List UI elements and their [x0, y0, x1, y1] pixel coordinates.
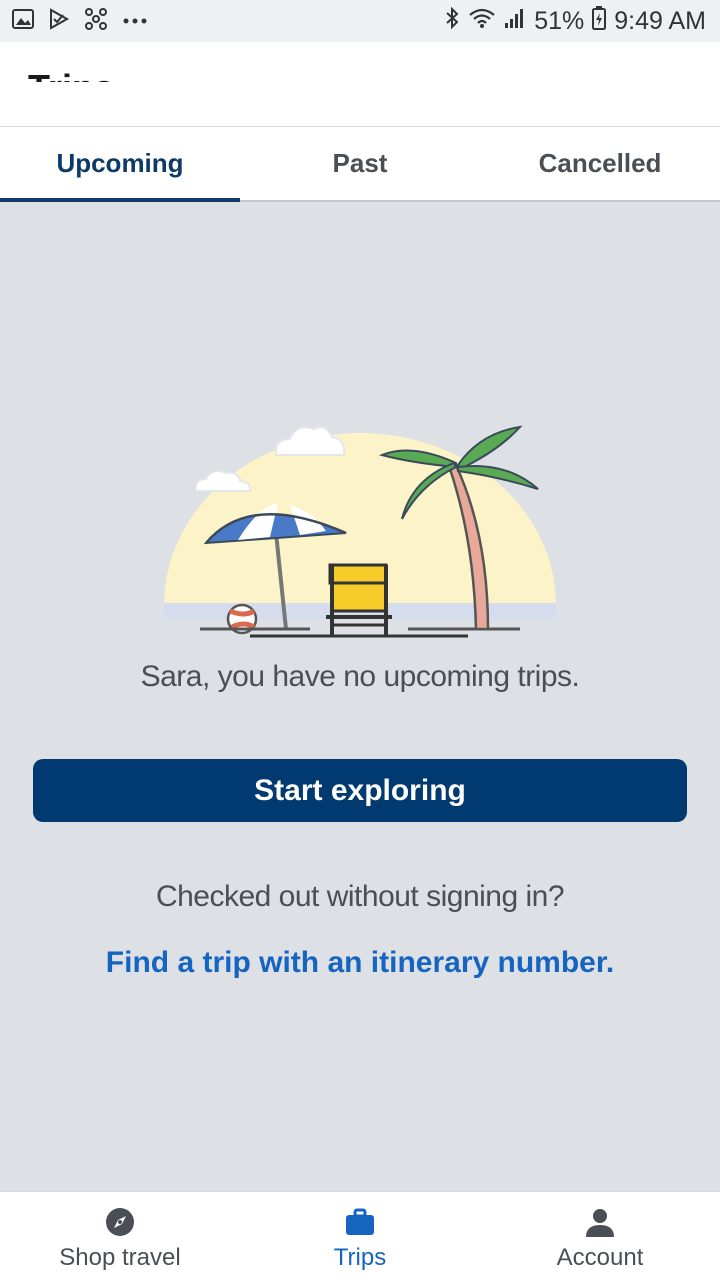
- nav-account[interactable]: Account: [480, 1192, 720, 1280]
- status-bar: 51% 9:49 AM: [0, 0, 720, 42]
- more-dots-icon: [122, 12, 148, 30]
- person-icon: [585, 1206, 615, 1238]
- app-bar: Trips: [0, 42, 720, 126]
- beach-illustration: [164, 425, 556, 638]
- nav-trips[interactable]: Trips: [240, 1192, 480, 1280]
- cloud-large: [274, 426, 346, 456]
- tab-past[interactable]: Past: [240, 127, 480, 200]
- checked-out-text: Checked out without signing in?: [155, 880, 565, 913]
- check-flag-icon: [48, 7, 70, 35]
- empty-state-message: Sara, you have no upcoming trips.: [140, 660, 580, 693]
- image-icon: [12, 8, 34, 34]
- signal-icon: [504, 7, 526, 36]
- battery-percent: 51%: [534, 6, 585, 35]
- bluetooth-icon: [444, 6, 460, 37]
- status-left-icons: [12, 7, 148, 35]
- tab-cancelled[interactable]: Cancelled: [480, 127, 720, 200]
- briefcase-icon: [345, 1206, 375, 1238]
- grid-dots-icon: [84, 7, 108, 35]
- nav-label-shop-travel: Shop travel: [59, 1244, 181, 1271]
- tab-upcoming[interactable]: Upcoming: [0, 127, 240, 202]
- start-exploring-button[interactable]: Start exploring: [33, 759, 687, 822]
- battery-icon: [592, 5, 607, 37]
- trip-tabs: Upcoming Past Cancelled: [0, 126, 720, 202]
- clock-time: 9:49 AM: [614, 6, 706, 35]
- bottom-nav: Shop travel Trips Account: [0, 1191, 720, 1280]
- nav-label-account: Account: [556, 1244, 644, 1266]
- nav-label-trips: Trips: [333, 1244, 387, 1271]
- beach-chair: [326, 563, 392, 635]
- wifi-icon: [468, 7, 496, 36]
- status-right: 51% 9:49 AM: [444, 5, 706, 37]
- find-trip-link[interactable]: Find a trip with an itinerary number.: [0, 946, 720, 980]
- nav-shop-travel[interactable]: Shop travel: [0, 1192, 240, 1280]
- compass-icon: [105, 1206, 135, 1238]
- page-title: Trips: [28, 68, 114, 82]
